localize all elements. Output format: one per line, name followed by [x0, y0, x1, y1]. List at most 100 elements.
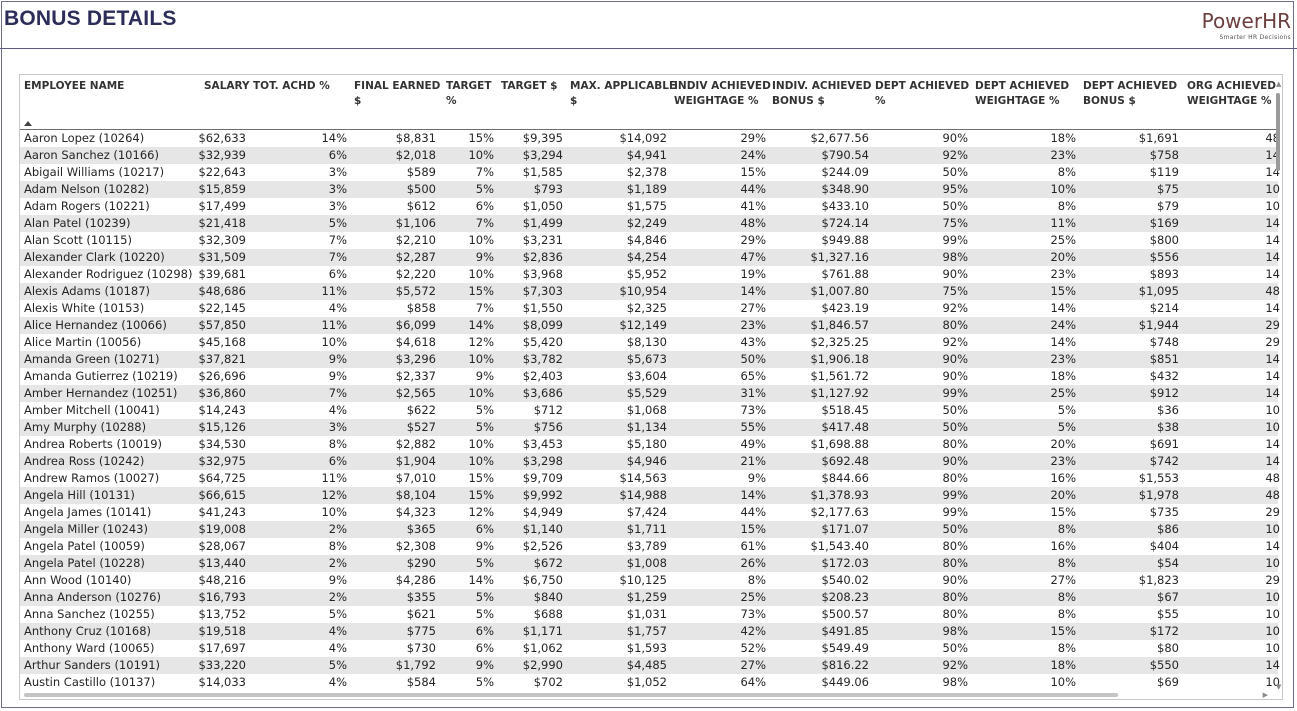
table-row[interactable]: Adam Rogers (10221) $17,499 3% $612 6% $1,050…: [20, 198, 1280, 215]
table-row[interactable]: Angela James (10141) $41,243 10% $4,323 12% $…: [20, 504, 1280, 521]
table-row[interactable]: Amanda Gutierrez (10219) $26,696 9% $2,337 9…: [20, 368, 1280, 385]
column-header-dept-bonus[interactable]: DEPT ACHIEVED BONUS $: [1083, 79, 1177, 109]
cell-max-applicable: $10,954: [619, 284, 667, 298]
table-row[interactable]: Ann Wood (10140) $48,216 9% $4,286 14% $6,750…: [20, 572, 1280, 589]
column-header-indiv-weightage[interactable]: INDIV ACHIEVED WEIGHTAGE %: [674, 79, 771, 109]
column-header-name[interactable]: EMPLOYEE NAME: [24, 79, 124, 94]
table-row[interactable]: Alexander Rodriguez (10298) $39,681 6% $2,2…: [20, 266, 1280, 283]
cell-dept-achieved: 99%: [942, 505, 968, 519]
column-header-target-pct[interactable]: TARGET%: [446, 79, 492, 109]
table-row[interactable]: Angela Hill (10131) $66,615 12% $8,104 15% $9…: [20, 487, 1280, 504]
table-row[interactable]: Anna Sanchez (10255) $13,752 5% $621 5% $688 $…: [20, 606, 1280, 623]
cell-dept-bonus: $556: [1149, 250, 1179, 264]
column-header-salary[interactable]: SALARY: [204, 79, 250, 94]
cell-org-weightage: 14: [1265, 658, 1280, 672]
cell-indiv-bonus: $417.48: [821, 420, 869, 434]
table-row[interactable]: Alan Scott (10115) $32,309 7% $2,210 10% $3,2…: [20, 232, 1280, 249]
cell-dept-achieved: 50%: [942, 641, 968, 655]
table-row[interactable]: Anthony Cruz (10168) $19,518 4% $775 6% $1,17…: [20, 623, 1280, 640]
cell-dept-weightage: 18%: [1050, 369, 1076, 383]
cell-indiv-weightage: 21%: [740, 454, 766, 468]
horizontal-scrollbar-thumb[interactable]: [24, 693, 1118, 697]
bonus-details-table[interactable]: EMPLOYEE NAME SALARY TOT. ACHD % FINAL EARN…: [19, 74, 1283, 700]
table-row[interactable]: Amber Hernandez (10251) $36,860 7% $2,565 10…: [20, 385, 1280, 402]
column-header-max-applicable[interactable]: MAX. APPLICABLE $: [570, 79, 676, 109]
cell-target-pct: 12%: [468, 335, 494, 349]
scroll-up-icon[interactable]: ▲: [1276, 81, 1281, 88]
cell-dept-weightage: 8%: [1057, 641, 1076, 655]
cell-dept-weightage: 8%: [1057, 522, 1076, 536]
cell-dept-achieved: 75%: [942, 284, 968, 298]
table-row[interactable]: Aaron Lopez (10264) $62,633 14% $8,831 15% $9…: [20, 130, 1280, 147]
column-header-dept-weightage[interactable]: DEPT ACHIEVED WEIGHTAGE %: [975, 79, 1069, 109]
cell-indiv-bonus: $949.88: [821, 233, 869, 247]
column-header-dept-achieved[interactable]: DEPT ACHIEVED%: [875, 79, 969, 109]
table-row[interactable]: Adam Nelson (10282) $15,859 3% $500 5% $793 $1…: [20, 181, 1280, 198]
cell-name: Angela Hill (10131): [24, 488, 135, 502]
table-row[interactable]: Arthur Sanders (10191) $33,220 5% $1,792 9% $…: [20, 657, 1280, 674]
cell-dept-bonus: $54: [1157, 556, 1179, 570]
cell-target-pct: 6%: [475, 522, 494, 536]
cell-indiv-weightage: 47%: [740, 250, 766, 264]
cell-tot-achd: 5%: [328, 216, 347, 230]
cell-indiv-bonus: $1,007.80: [810, 284, 869, 298]
cell-final-earned: $500: [406, 182, 436, 196]
table-row[interactable]: Anna Anderson (10276) $16,793 2% $355 5% $840…: [20, 589, 1280, 606]
cell-dept-bonus: $172: [1149, 624, 1179, 638]
table-row[interactable]: Amy Murphy (10288) $15,126 3% $527 5% $756 $1,…: [20, 419, 1280, 436]
column-header-final-earned[interactable]: FINAL EARNED $: [354, 79, 440, 109]
table-row[interactable]: Angela Patel (10228) $13,440 2% $290 5% $672 $…: [20, 555, 1280, 572]
cell-name: Angela Patel (10228): [24, 556, 145, 570]
column-header-indiv-bonus[interactable]: INDIV. ACHIEVED BONUS $: [772, 79, 871, 109]
vertical-scrollbar[interactable]: ▲ ▼: [1275, 75, 1282, 699]
column-header-org-weightage[interactable]: ORG ACHIEVED WEIGHTAGE %: [1187, 79, 1276, 109]
scroll-right-icon[interactable]: ▶: [1263, 692, 1268, 699]
cell-indiv-weightage: 41%: [740, 199, 766, 213]
cell-salary: $37,821: [198, 352, 246, 366]
table-row[interactable]: Angela Miller (10243) $19,008 2% $365 6% $1,1…: [20, 521, 1280, 538]
scroll-down-icon[interactable]: ▼: [1276, 684, 1281, 691]
table-row[interactable]: Alexis White (10153) $22,145 4% $858 7% $1,55…: [20, 300, 1280, 317]
table-row[interactable]: Angela Patel (10059) $28,067 8% $2,308 9% $2,…: [20, 538, 1280, 555]
cell-salary: $17,499: [198, 199, 246, 213]
table-row[interactable]: Amber Mitchell (10041) $14,243 4% $622 5% $71…: [20, 402, 1280, 419]
table-row[interactable]: Andrea Ross (10242) $32,975 6% $1,904 10% $3,…: [20, 453, 1280, 470]
cell-indiv-weightage: 29%: [740, 233, 766, 247]
cell-target-usd: $756: [533, 420, 563, 434]
table-row[interactable]: Aaron Sanchez (10166) $32,939 6% $2,018 10% $…: [20, 147, 1280, 164]
cell-name: Angela James (10141): [24, 505, 152, 519]
table-row[interactable]: Andrew Ramos (10027) $64,725 11% $7,010 15% $…: [20, 470, 1280, 487]
cell-dept-achieved: 98%: [942, 250, 968, 264]
cell-final-earned: $1,106: [395, 216, 436, 230]
cell-target-usd: $6,750: [522, 573, 563, 587]
table-row[interactable]: Alexis Adams (10187) $48,686 11% $5,572 15% $…: [20, 283, 1280, 300]
scrollbar-thumb[interactable]: [1276, 93, 1280, 171]
table-row[interactable]: Andrea Roberts (10019) $34,530 8% $2,882 10%…: [20, 436, 1280, 453]
table-row[interactable]: Anthony Ward (10065) $17,697 4% $730 6% $1,06…: [20, 640, 1280, 657]
cell-indiv-bonus: $449.06: [821, 675, 869, 689]
column-header-target-usd[interactable]: TARGET $: [501, 79, 557, 94]
table-row[interactable]: Alice Martin (10056) $45,168 10% $4,618 12% $…: [20, 334, 1280, 351]
table-row[interactable]: Alice Hernandez (10066) $57,850 11% $6,099 1…: [20, 317, 1280, 334]
cell-target-usd: $712: [533, 403, 563, 417]
table-row[interactable]: Amanda Green (10271) $37,821 9% $3,296 10% $3…: [20, 351, 1280, 368]
table-row[interactable]: Austin Castillo (10137) $14,033 4% $584 5% $7…: [20, 674, 1280, 691]
cell-indiv-bonus: $208.23: [821, 590, 869, 604]
cell-tot-achd: 2%: [328, 556, 347, 570]
cell-target-usd: $702: [533, 675, 563, 689]
column-header-tot-achd[interactable]: TOT. ACHD %: [253, 79, 330, 94]
table-row[interactable]: Alan Patel (10239) $21,418 5% $1,106 7% $1,49…: [20, 215, 1280, 232]
cell-dept-bonus: $69: [1157, 675, 1179, 689]
sort-ascending-icon[interactable]: [24, 121, 32, 126]
cell-dept-weightage: 14%: [1050, 301, 1076, 315]
cell-org-weightage: 14: [1265, 369, 1280, 383]
table-row[interactable]: Abigail Williams (10217) $22,643 3% $589 7% $…: [20, 164, 1280, 181]
cell-dept-achieved: 90%: [942, 369, 968, 383]
table-row[interactable]: Alexander Clark (10220) $31,509 7% $2,287 9%…: [20, 249, 1280, 266]
column-header-line2: $: [354, 95, 362, 107]
cell-dept-bonus: $86: [1157, 522, 1179, 536]
cell-target-usd: $4,949: [522, 505, 563, 519]
cell-dept-weightage: 15%: [1050, 624, 1076, 638]
cell-target-usd: $2,403: [522, 369, 563, 383]
cell-max-applicable: $1,593: [626, 641, 667, 655]
